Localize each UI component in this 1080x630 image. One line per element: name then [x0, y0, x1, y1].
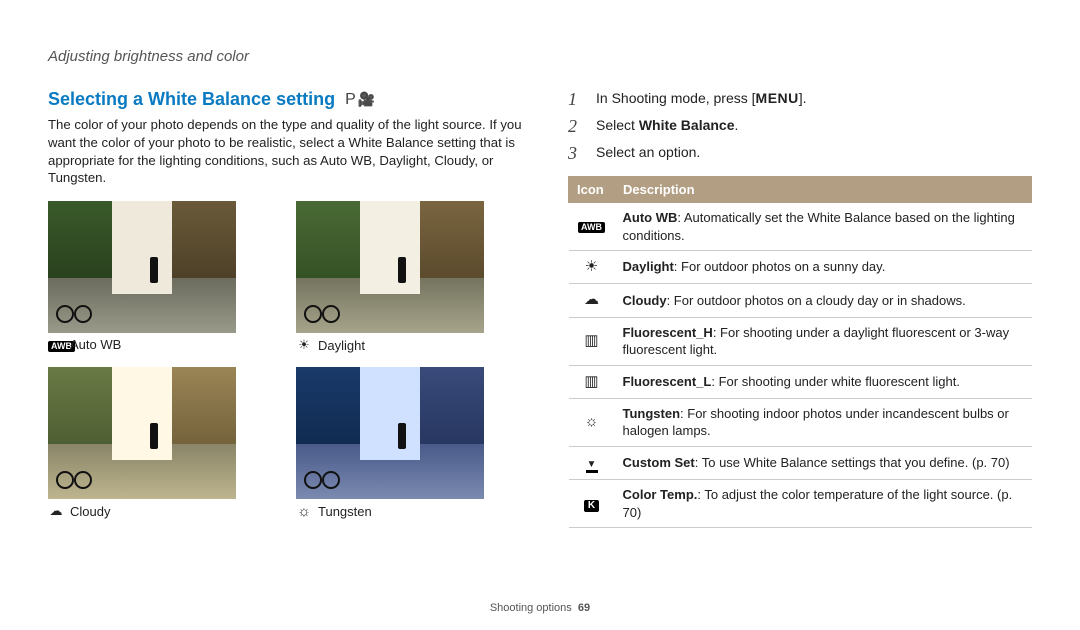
footer-page-number: 69: [578, 602, 590, 614]
awb-icon: AWB: [48, 337, 64, 352]
table-row: ☀Daylight: For outdoor photos on a sunny…: [569, 251, 1032, 284]
sun-icon: ☀: [296, 337, 312, 353]
col-icon: Icon: [569, 177, 615, 203]
thumb-tungsten-cell: ☼ Tungsten: [296, 367, 528, 528]
thumb-autowb-cell: AWB Auto WB: [48, 201, 280, 361]
menu-key-icon: MENU: [756, 90, 799, 106]
thumb-tungsten-label: ☼ Tungsten: [296, 503, 528, 520]
thumb-daylight: [296, 201, 484, 333]
thumb-tungsten: [296, 367, 484, 499]
title-text: Selecting a White Balance setting: [48, 89, 335, 110]
thumb-autowb-label: AWB Auto WB: [48, 337, 280, 352]
cloud-icon: ☁: [48, 503, 64, 519]
thumb-cloudy-label: ☁ Cloudy: [48, 503, 280, 519]
example-grid: AWB Auto WB ☀ Daylight ☁ Clo: [48, 201, 528, 528]
steps-list: 1 In Shooting mode, press [MENU]. 2 Sele…: [568, 89, 1032, 164]
cloudy-icon: ☁: [569, 284, 615, 317]
option-description: Color Temp.: To adjust the color tempera…: [615, 480, 1032, 528]
thumb-autowb: [48, 201, 236, 333]
table-row: AWBAuto WB: Automatically set the White …: [569, 203, 1032, 251]
options-table: Icon Description AWBAuto WB: Automatical…: [568, 176, 1032, 528]
table-row: KColor Temp.: To adjust the color temper…: [569, 480, 1032, 528]
daylight-icon: ☀: [569, 251, 615, 284]
option-description: Fluorescent_H: For shooting under a dayl…: [615, 317, 1032, 365]
step-1: 1 In Shooting mode, press [MENU].: [568, 89, 1032, 110]
label-text: Cloudy: [70, 504, 110, 519]
option-description: Daylight: For outdoor photos on a sunny …: [615, 251, 1032, 284]
tungsten-icon: ☼: [569, 398, 615, 446]
mode-icons: P 🎥: [345, 91, 375, 109]
option-description: Custom Set: To use White Balance setting…: [615, 447, 1032, 480]
label-text: Auto WB: [70, 337, 121, 352]
option-description: Cloudy: For outdoor photos on a cloudy d…: [615, 284, 1032, 317]
movie-mode-icon: 🎥: [358, 91, 375, 108]
table-row: ▼Custom Set: To use White Balance settin…: [569, 447, 1032, 480]
left-column: Selecting a White Balance setting P 🎥 Th…: [48, 89, 528, 528]
table-row: ☼Tungsten: For shooting indoor photos un…: [569, 398, 1032, 446]
mode-p-icon: P: [345, 91, 356, 109]
bulb-icon: ☼: [296, 503, 312, 520]
fluorescent-h-icon: ▥: [569, 317, 615, 365]
step-text: Select an option.: [596, 143, 700, 164]
body-paragraph: The color of your photo depends on the t…: [48, 116, 528, 187]
fluorescent-l-icon: ▥: [569, 365, 615, 398]
col-description: Description: [615, 177, 1032, 203]
label-text: Daylight: [318, 338, 365, 353]
step-number: 3: [568, 143, 586, 164]
page-title: Selecting a White Balance setting P 🎥: [48, 89, 528, 110]
label-text: Tungsten: [318, 504, 372, 519]
table-row: ☁Cloudy: For outdoor photos on a cloudy …: [569, 284, 1032, 317]
table-row: ▥Fluorescent_L: For shooting under white…: [569, 365, 1032, 398]
option-description: Auto WB: Automatically set the White Bal…: [615, 203, 1032, 251]
thumb-cloudy-cell: ☁ Cloudy: [48, 367, 280, 528]
right-column: 1 In Shooting mode, press [MENU]. 2 Sele…: [568, 89, 1032, 528]
option-description: Tungsten: For shooting indoor photos und…: [615, 398, 1032, 446]
step-number: 1: [568, 89, 586, 110]
table-row: ▥Fluorescent_H: For shooting under a day…: [569, 317, 1032, 365]
page-footer: Shooting options 69: [0, 602, 1080, 614]
step-number: 2: [568, 116, 586, 137]
thumb-daylight-label: ☀ Daylight: [296, 337, 528, 353]
thumb-daylight-cell: ☀ Daylight: [296, 201, 528, 361]
custom-set-icon: ▼: [569, 447, 615, 480]
step-3: 3 Select an option.: [568, 143, 1032, 164]
auto-wb-icon: AWB: [569, 203, 615, 251]
breadcrumb: Adjusting brightness and color: [48, 48, 1032, 65]
step-text: Select White Balance.: [596, 116, 738, 137]
color-temp--icon: K: [569, 480, 615, 528]
thumb-cloudy: [48, 367, 236, 499]
footer-section: Shooting options: [490, 602, 572, 614]
step-text: In Shooting mode, press [MENU].: [596, 89, 807, 110]
option-description: Fluorescent_L: For shooting under white …: [615, 365, 1032, 398]
step-2: 2 Select White Balance.: [568, 116, 1032, 137]
